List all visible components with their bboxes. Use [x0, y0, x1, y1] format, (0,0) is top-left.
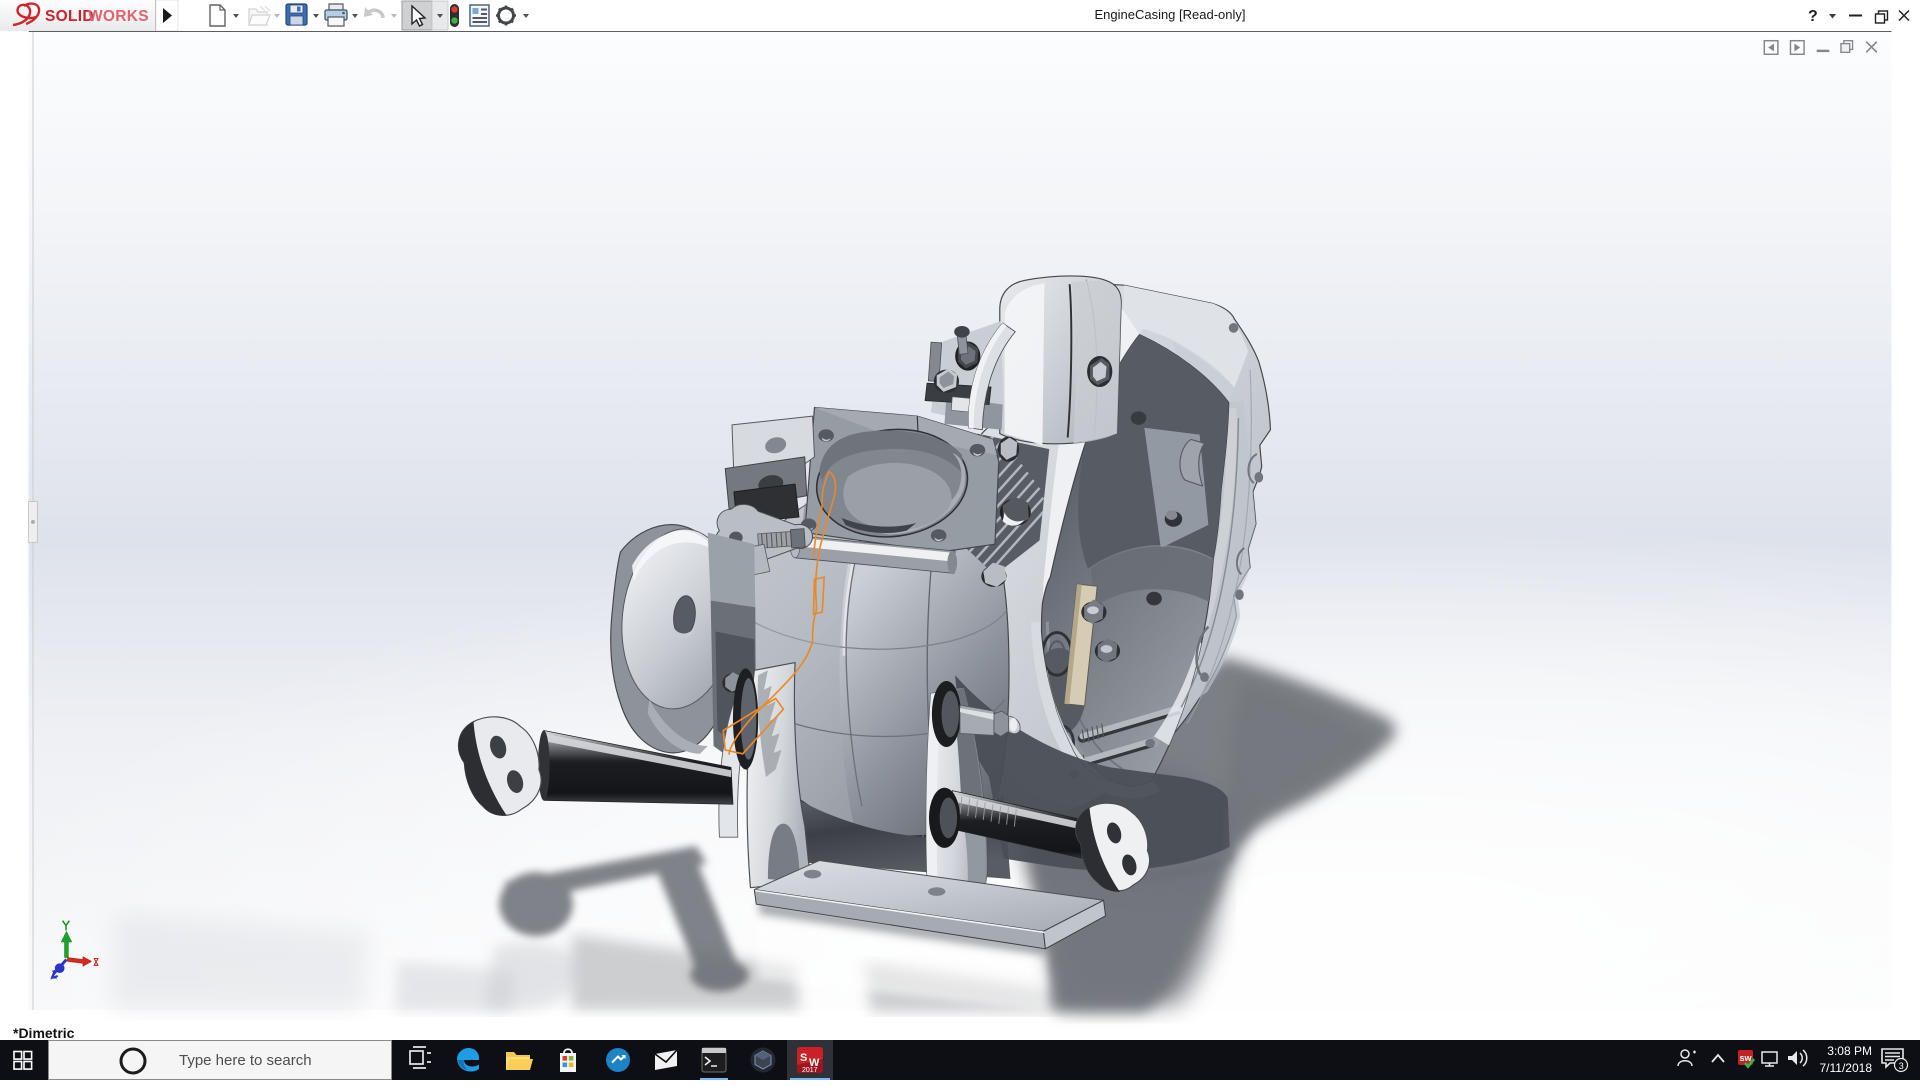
svg-text:WORKS: WORKS — [88, 8, 149, 25]
svg-text:SOLID: SOLID — [45, 8, 94, 25]
svg-text:?: ? — [1808, 8, 1818, 25]
svg-text:2017: 2017 — [802, 1067, 818, 1074]
svg-text:3: 3 — [1899, 1061, 1904, 1071]
svg-text:S: S — [800, 1052, 807, 1064]
